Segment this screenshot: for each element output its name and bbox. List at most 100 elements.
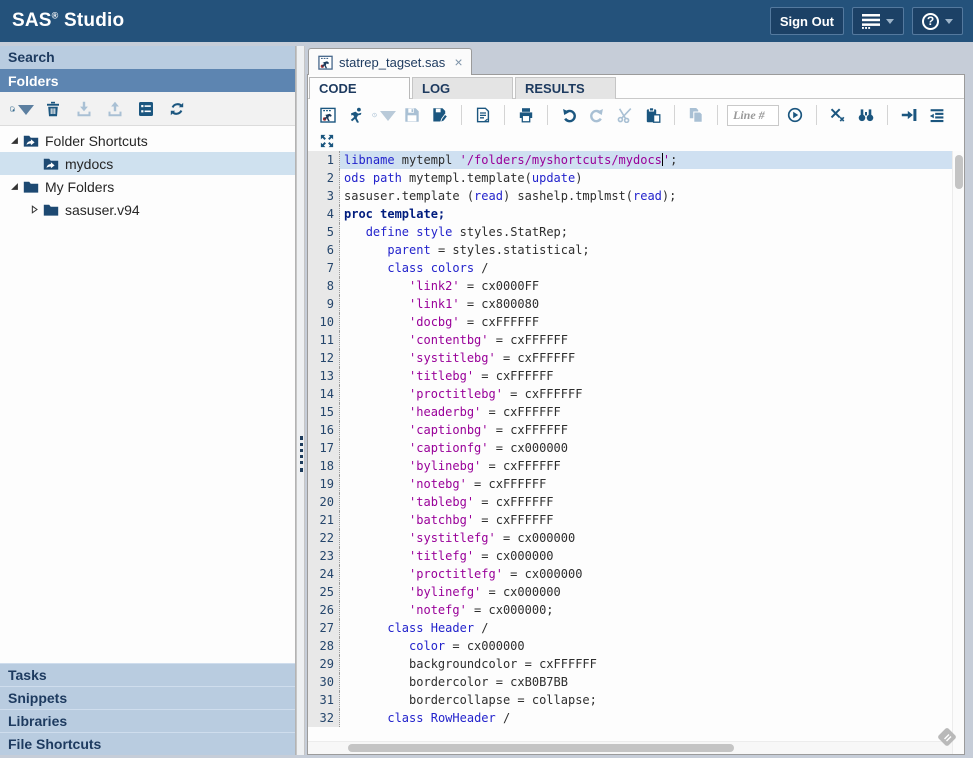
code-line-text[interactable]: 'batchbg' = cxFFFFFF (340, 511, 952, 529)
save-as-icon[interactable] (428, 104, 452, 126)
code-line-text[interactable]: 'tablebg' = cxFFFFFF (340, 493, 952, 511)
code-line-25[interactable]: 25 'bylinefg' = cx000000 (308, 583, 952, 601)
section-file-shortcuts[interactable]: File Shortcuts (0, 732, 295, 755)
code-line-22[interactable]: 22 'systitlefg' = cx000000 (308, 529, 952, 547)
code-line-29[interactable]: 29 backgroundcolor = cxFFFFFF (308, 655, 952, 673)
program-summary-icon[interactable] (471, 104, 495, 126)
code-line-6[interactable]: 6 parent = styles.statistical; (308, 241, 952, 259)
code-line-text[interactable]: class colors / (340, 259, 952, 277)
find-replace-icon[interactable] (854, 104, 878, 126)
code-line-23[interactable]: 23 'titlefg' = cx000000 (308, 547, 952, 565)
tab-results[interactable]: RESULTS (515, 77, 616, 99)
code-line-16[interactable]: 16 'captionbg' = cxFFFFFF (308, 421, 952, 439)
horizontal-scrollbar-thumb[interactable] (348, 744, 734, 752)
code-line-2[interactable]: 2ods path mytempl.template(update) (308, 169, 952, 187)
tree-item-mydocs[interactable]: mydocs (0, 152, 295, 175)
sign-out-button[interactable]: Sign Out (770, 7, 844, 35)
code-line-text[interactable]: 'bylinefg' = cx000000 (340, 583, 952, 601)
goto-line-input[interactable] (727, 105, 779, 126)
code-line-text[interactable]: 'systitlebg' = cxFFFFFF (340, 349, 952, 367)
code-line-text[interactable]: 'contentbg' = cxFFFFFF (340, 331, 952, 349)
code-line-text[interactable]: bordercolor = cxB0B7BB (340, 673, 952, 691)
close-icon[interactable]: × (454, 54, 462, 70)
code-line-10[interactable]: 10 'docbg' = cxFFFFFF (308, 313, 952, 331)
code-line-text[interactable]: libname mytempl '/folders/myshortcuts/my… (340, 151, 952, 169)
maximize-view-icon[interactable] (315, 130, 339, 152)
code-line-11[interactable]: 11 'contentbg' = cxFFFFFF (308, 331, 952, 349)
section-search[interactable]: Search (0, 46, 295, 69)
code-line-text[interactable]: 'headerbg' = cxFFFFFF (340, 403, 952, 421)
tab-log[interactable]: LOG (412, 77, 513, 99)
goto-line-icon[interactable] (783, 104, 807, 126)
code-line-18[interactable]: 18 'bylinebg' = cxFFFFFF (308, 457, 952, 475)
code-line-14[interactable]: 14 'proctitlebg' = cxFFFFFF (308, 385, 952, 403)
code-line-text[interactable]: sasuser.template (read) sashelp.tmplmst(… (340, 187, 952, 205)
code-line-text[interactable]: ods path mytempl.template(update) (340, 169, 952, 187)
code-line-28[interactable]: 28 color = cx000000 (308, 637, 952, 655)
code-line-text[interactable]: 'bylinebg' = cxFFFFFF (340, 457, 952, 475)
tree-item-my-folders[interactable]: My Folders (0, 175, 295, 198)
code-line-31[interactable]: 31 bordercollapse = collapse; (308, 691, 952, 709)
code-line-text[interactable]: 'docbg' = cxFFFFFF (340, 313, 952, 331)
application-options-button[interactable] (852, 7, 904, 35)
section-snippets[interactable]: Snippets (0, 686, 295, 709)
code-line-17[interactable]: 17 'captionfg' = cx000000 (308, 439, 952, 457)
code-line-15[interactable]: 15 'headerbg' = cxFFFFFF (308, 403, 952, 421)
undo-icon[interactable] (557, 104, 581, 126)
code-line-text[interactable]: bordercollapse = collapse; (340, 691, 952, 709)
refresh-icon[interactable] (165, 98, 189, 120)
code-line-7[interactable]: 7 class colors / (308, 259, 952, 277)
code-line-text[interactable]: define style styles.StatRep; (340, 223, 952, 241)
code-line-30[interactable]: 30 bordercolor = cxB0B7BB (308, 673, 952, 691)
code-line-text[interactable]: class Header / (340, 619, 952, 637)
code-line-21[interactable]: 21 'batchbg' = cxFFFFFF (308, 511, 952, 529)
code-line-text[interactable]: 'link2' = cx0000FF (340, 277, 952, 295)
code-line-text[interactable]: class RowHeader / (340, 709, 952, 727)
code-line-text[interactable]: proc template; (340, 205, 952, 223)
caret-expanded-icon[interactable] (8, 136, 21, 145)
code-line-text[interactable]: 'systitlefg' = cx000000 (340, 529, 952, 547)
code-line-26[interactable]: 26 'notefg' = cx000000; (308, 601, 952, 619)
new-icon[interactable] (10, 98, 34, 120)
vertical-scrollbar[interactable] (952, 151, 964, 754)
code-line-4[interactable]: 4proc template; (308, 205, 952, 223)
pane-splitter[interactable] (296, 46, 305, 755)
code-line-32[interactable]: 32 class RowHeader / (308, 709, 952, 727)
code-line-text[interactable]: 'captionfg' = cx000000 (340, 439, 952, 457)
section-libraries[interactable]: Libraries (0, 709, 295, 732)
tree-item-folder-shortcuts[interactable]: Folder Shortcuts (0, 129, 295, 152)
section-tasks[interactable]: Tasks (0, 663, 295, 686)
help-button[interactable]: ? (912, 7, 963, 35)
code-line-text[interactable]: 'proctitlefg' = cx000000 (340, 565, 952, 583)
code-line-text[interactable]: backgroundcolor = cxFFFFFF (340, 655, 952, 673)
code-line-text[interactable]: 'titlefg' = cx000000 (340, 547, 952, 565)
code-line-text[interactable]: 'titlebg' = cxFFFFFF (340, 367, 952, 385)
code-text-area[interactable]: 1libname mytempl '/folders/myshortcuts/m… (308, 151, 952, 741)
indent-icon[interactable] (897, 104, 921, 126)
splitter-handle-icon[interactable] (300, 436, 303, 472)
caret-expanded-icon[interactable] (8, 182, 21, 191)
code-line-text[interactable]: 'proctitlebg' = cxFFFFFF (340, 385, 952, 403)
code-line-3[interactable]: 3sasuser.template (read) sashelp.tmplmst… (308, 187, 952, 205)
properties-icon[interactable] (134, 98, 158, 120)
code-line-8[interactable]: 8 'link2' = cx0000FF (308, 277, 952, 295)
code-line-text[interactable]: 'notebg' = cxFFFFFF (340, 475, 952, 493)
format-code-icon[interactable] (925, 104, 949, 126)
code-line-20[interactable]: 20 'tablebg' = cxFFFFFF (308, 493, 952, 511)
tab-statrep-tagset[interactable]: statrep_tagset.sas × (308, 48, 472, 75)
run-icon[interactable] (344, 104, 368, 126)
code-line-5[interactable]: 5 define style styles.StatRep; (308, 223, 952, 241)
code-line-text[interactable]: 'captionbg' = cxFFFFFF (340, 421, 952, 439)
caret-collapsed-icon[interactable] (28, 205, 41, 214)
clear-code-icon[interactable] (826, 104, 850, 126)
section-folders[interactable]: Folders (0, 69, 295, 92)
code-line-text[interactable]: color = cx000000 (340, 637, 952, 655)
code-line-1[interactable]: 1libname mytempl '/folders/myshortcuts/m… (308, 151, 952, 169)
horizontal-scrollbar[interactable] (308, 741, 952, 754)
code-line-19[interactable]: 19 'notebg' = cxFFFFFF (308, 475, 952, 493)
code-line-27[interactable]: 27 class Header / (308, 619, 952, 637)
code-line-24[interactable]: 24 'proctitlefg' = cx000000 (308, 565, 952, 583)
tab-code[interactable]: CODE (309, 77, 410, 99)
vertical-scrollbar-thumb[interactable] (955, 155, 963, 189)
code-line-9[interactable]: 9 'link1' = cx800080 (308, 295, 952, 313)
